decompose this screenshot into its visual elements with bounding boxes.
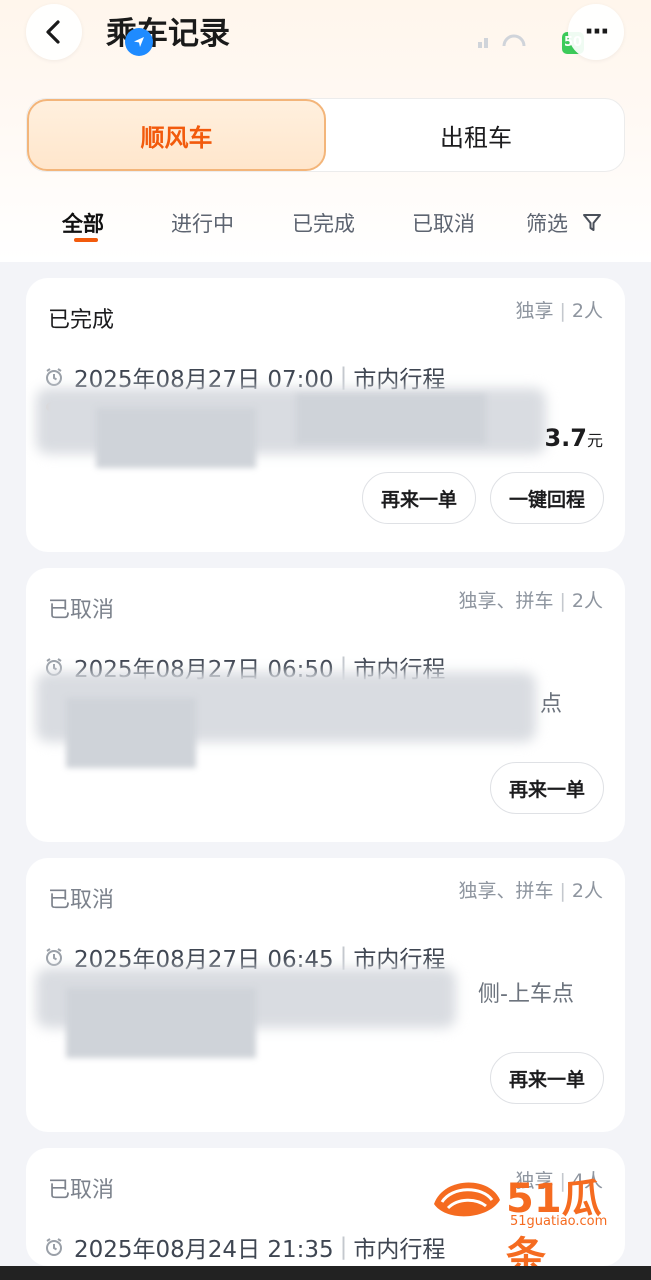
signal-icon	[478, 30, 538, 54]
alarm-clock-icon	[46, 368, 62, 386]
redacted-address	[66, 698, 196, 768]
ride-type-segment: 顺风车 出租车	[26, 98, 625, 172]
trip-card[interactable]: 已取消 独享、拼车 | 2人 2025年08月27日 06:50 | 市内行程 点 再来…	[26, 568, 625, 842]
watermark-site: 51guatiao.com	[510, 1214, 608, 1229]
trip-mode: 独享	[515, 300, 554, 322]
trip-card[interactable]: 已取消 独享、拼车 | 2人 2025年08月27日 06:45 | 市内行程 侧-上车…	[26, 858, 625, 1132]
reorder-button[interactable]: 再来一单	[362, 472, 476, 524]
segment-hitch-ride[interactable]: 顺风车	[27, 99, 326, 171]
app-header: 乘车记录 50 ···	[0, 0, 651, 62]
address-fragment: 侧-上车点	[478, 982, 574, 1007]
alarm-clock-icon	[46, 1238, 62, 1256]
trip-status: 已取消	[48, 598, 115, 623]
chevron-left-icon	[46, 20, 60, 44]
back-button[interactable]	[26, 4, 82, 60]
tab-active-indicator	[74, 238, 98, 242]
trip-mode: 独享、拼车	[458, 590, 554, 612]
trip-price: 3.7元	[544, 424, 603, 452]
tag-divider: |	[559, 590, 566, 612]
trip-mode: 独享、拼车	[458, 880, 554, 902]
tag-divider: |	[559, 880, 566, 902]
tab-cancelled[interactable]: 已取消	[412, 208, 475, 238]
more-button[interactable]: ···	[568, 4, 624, 60]
trip-status: 已完成	[48, 308, 115, 333]
more-dots-icon: ···	[584, 17, 610, 47]
trip-tags: 独享 | 2人	[515, 296, 603, 323]
tab-completed[interactable]: 已完成	[292, 208, 355, 238]
tab-in-progress[interactable]: 进行中	[171, 208, 234, 238]
trip-status: 已取消	[48, 888, 115, 913]
passenger-count: 2人	[571, 590, 603, 612]
passenger-count: 2人	[571, 300, 603, 322]
trip-status: 已取消	[48, 1178, 115, 1203]
time-divider: |	[339, 1234, 348, 1260]
tag-divider: |	[559, 300, 566, 322]
address-fragment: 点	[540, 692, 563, 717]
filter-icon[interactable]	[582, 212, 602, 234]
page-title: 乘车记录	[106, 16, 230, 52]
alarm-clock-icon	[46, 948, 62, 966]
price-unit: 元	[586, 431, 603, 450]
time-divider: |	[339, 944, 348, 970]
trip-card[interactable]: 已完成 独享 | 2人 2025年08月27日 07:00 | 市内行程 3.7元 再来…	[26, 278, 625, 552]
trip-datetime: 2025年08月24日 21:35	[74, 1237, 334, 1263]
trip-time-row: 2025年08月24日 21:35 | 市内行程	[44, 1230, 445, 1264]
trip-tags: 独享、拼车 | 2人	[458, 586, 603, 613]
redacted-address	[96, 408, 256, 468]
reorder-button[interactable]: 再来一单	[490, 762, 604, 814]
segment-taxi[interactable]: 出租车	[327, 99, 625, 171]
reorder-button[interactable]: 再来一单	[490, 1052, 604, 1104]
time-divider: |	[339, 364, 348, 390]
redacted-address	[66, 988, 256, 1058]
location-icon	[125, 28, 153, 56]
melon-logo-icon	[434, 1182, 500, 1217]
price-value: 3.7	[544, 424, 587, 452]
return-trip-button[interactable]: 一键回程	[490, 472, 604, 524]
tab-all[interactable]: 全部	[62, 208, 104, 238]
bottom-edge	[0, 1266, 651, 1280]
trip-tags: 独享、拼车 | 2人	[458, 876, 603, 903]
redacted-address	[296, 394, 486, 444]
status-tabs: 全部 进行中 已完成 已取消 筛选	[0, 200, 651, 250]
site-watermark: 51瓜条 51guatiao.com	[430, 1166, 630, 1280]
passenger-count: 2人	[571, 880, 603, 902]
tab-filter[interactable]: 筛选	[526, 208, 568, 238]
